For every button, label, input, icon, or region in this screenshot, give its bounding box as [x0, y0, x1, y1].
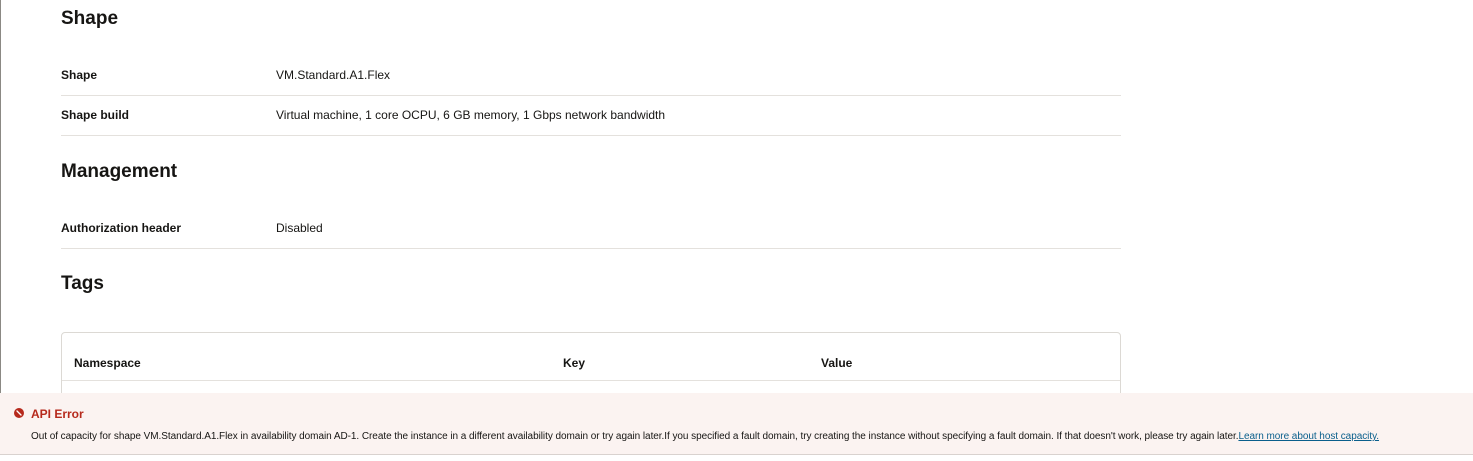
detail-row-authorization-header: Authorization header Disabled — [61, 209, 1121, 249]
detail-row-shape-build: Shape build Virtual machine, 1 core OCPU… — [61, 96, 1121, 136]
api-error-banner — [0, 393, 1473, 455]
bottom-strip — [0, 455, 1473, 461]
detail-value: Virtual machine, 1 core OCPU, 6 GB memor… — [276, 108, 666, 122]
column-header-key[interactable]: Key — [563, 356, 585, 370]
detail-label: Shape — [61, 68, 98, 82]
section-title-management: Management — [61, 161, 178, 182]
section-title-shape: Shape — [61, 8, 119, 29]
detail-label: Shape build — [61, 108, 130, 122]
error-message: Out of capacity for shape VM.Standard.A1… — [31, 431, 1239, 442]
section-title-tags: Tags — [61, 273, 104, 294]
error-title: API Error — [31, 407, 84, 421]
left-border — [0, 0, 1, 461]
detail-row-shape: Shape VM.Standard.A1.Flex — [61, 56, 1121, 96]
error-circle-icon — [14, 408, 24, 418]
error-message-line: Out of capacity for shape VM.Standard.A1… — [31, 431, 1379, 442]
detail-value: VM.Standard.A1.Flex — [276, 68, 391, 82]
column-header-value[interactable]: Value — [821, 356, 852, 370]
detail-value: Disabled — [276, 221, 323, 235]
tags-table-header: Namespace Key Value — [62, 333, 1120, 381]
detail-label: Authorization header — [61, 221, 182, 235]
column-header-namespace[interactable]: Namespace — [74, 356, 141, 370]
learn-more-host-capacity-link[interactable]: Learn more about host capacity. — [1238, 431, 1379, 442]
